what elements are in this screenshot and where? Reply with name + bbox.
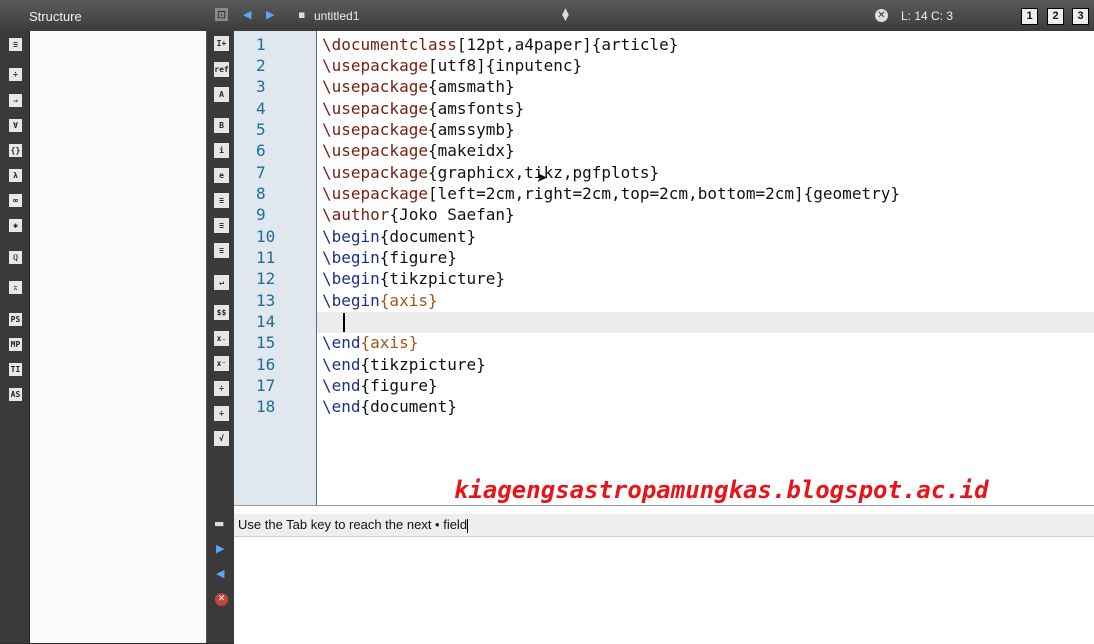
structure-list-icon[interactable]: ≡: [9, 38, 22, 51]
line-number: 10: [256, 227, 276, 246]
line-number: 2: [256, 56, 266, 75]
align-right-icon[interactable]: ≡: [214, 243, 229, 258]
code-line: \begin{axis}: [322, 291, 438, 310]
line-number: 9: [256, 205, 266, 224]
include-icon[interactable]: I+: [214, 36, 229, 51]
line-number: 5: [256, 120, 266, 139]
italic-icon[interactable]: i: [214, 143, 229, 158]
code-line: \end{tikzpicture}: [322, 355, 486, 374]
code-line: \documentclass[12pt,a4paper]{article}: [322, 35, 679, 54]
ref-icon[interactable]: ref: [214, 62, 229, 77]
code-line: \usepackage{amsfonts}: [322, 99, 525, 118]
code-line: \end{axis}: [322, 333, 419, 352]
asterisk-icon[interactable]: ✱: [9, 219, 22, 232]
next-arrow-icon[interactable]: ▶: [216, 542, 224, 556]
code-line: \usepackage{amsmath}: [322, 77, 515, 96]
structure-panel[interactable]: [30, 31, 207, 643]
code-line: \author{Joko Saefan}: [322, 205, 515, 224]
top-toolbar: Structure ⊡ ◀ ▶ ▪ untitled1 ▲ ▼ ✕ L: 14 C…: [0, 0, 1094, 32]
view-button-3[interactable]: 3: [1072, 8, 1089, 25]
close-document-icon[interactable]: ✕: [875, 9, 888, 22]
code-line: \usepackage{amssymb}: [322, 120, 515, 139]
misc-symbols-icon[interactable]: ∀: [9, 119, 22, 132]
code-line: \end{document}: [322, 397, 457, 416]
cursor-position: L: 14 C: 3: [901, 9, 954, 23]
math-sets-icon[interactable]: ℚ: [9, 251, 22, 264]
line-number: 12: [256, 269, 276, 288]
line-number: 13: [256, 291, 276, 310]
line-number: 8: [256, 184, 266, 203]
forward-arrow-icon[interactable]: ▶: [266, 8, 274, 22]
greek-letters-icon[interactable]: λ: [9, 169, 22, 182]
message-text: Use the Tab key to reach the next • fiel…: [238, 517, 469, 533]
back-arrow-icon[interactable]: ◀: [243, 8, 251, 22]
view-button-1[interactable]: 1: [1021, 8, 1038, 25]
mouse-pointer-icon: ➤: [536, 170, 548, 186]
display-math-icon[interactable]: $$: [214, 305, 229, 320]
toggle-panel-icon[interactable]: ⊡: [215, 8, 228, 21]
pstricks-icon[interactable]: PS: [9, 313, 22, 326]
line-number: 1: [256, 35, 266, 54]
terminal-icon[interactable]: ▬: [214, 517, 224, 531]
code-line: \end{figure}: [322, 376, 438, 395]
code-line: \begin{document}: [322, 227, 477, 246]
message-tool-strip: ▬ ▶ ◀ ✕: [207, 505, 234, 643]
asymptote-icon[interactable]: AS: [9, 388, 22, 401]
dfrac-icon[interactable]: ÷: [214, 406, 229, 421]
document-icon: ▪: [298, 8, 306, 21]
metapost-icon[interactable]: MP: [9, 338, 22, 351]
structure-panel-title: Structure: [29, 9, 82, 24]
emphasis-icon[interactable]: e: [214, 168, 229, 183]
infinity-icon[interactable]: ∞: [9, 194, 22, 207]
code-line: \usepackage[left=2cm,right=2cm,top=2cm,b…: [322, 184, 900, 203]
message-panel: Use the Tab key to reach the next • fiel…: [234, 505, 1094, 644]
line-number: 18: [256, 397, 276, 416]
line-number: 6: [256, 141, 266, 160]
view-button-2[interactable]: 2: [1047, 8, 1064, 25]
previous-arrow-icon[interactable]: ◀: [216, 567, 224, 581]
align-center-icon[interactable]: ≡: [214, 218, 229, 233]
delimiters-icon[interactable]: {}: [9, 144, 22, 157]
code-editor[interactable]: \documentclass[12pt,a4paper]{article} \u…: [317, 31, 1094, 505]
font-size-icon[interactable]: A: [214, 87, 229, 102]
bold-icon[interactable]: B: [214, 118, 229, 133]
line-number: 16: [256, 355, 276, 374]
code-line: \usepackage{makeidx}: [322, 141, 515, 160]
arrows-icon[interactable]: ⇒: [9, 94, 22, 107]
sqrt-icon[interactable]: √: [214, 431, 229, 446]
editor-tool-strip: I+ ref A B i e ≡ ≡ ≡ ↵ $$ x₋ x⁻ ÷ ÷ √: [207, 31, 234, 505]
subscript-icon[interactable]: x₋: [214, 331, 229, 346]
code-line: \usepackage{graphicx,tikz,pgfplots}: [322, 163, 660, 182]
code-line: \begin{figure}: [322, 248, 457, 267]
tikz-icon[interactable]: TI: [9, 363, 22, 376]
superscript-icon[interactable]: x⁻: [214, 356, 229, 371]
accent-icon[interactable]: ⌅: [9, 281, 22, 294]
fraction-icon[interactable]: ÷: [214, 381, 229, 396]
new-line-icon[interactable]: ↵: [214, 275, 229, 290]
line-number: 17: [256, 376, 276, 395]
stop-icon[interactable]: ✕: [215, 593, 228, 606]
line-number: 11: [256, 248, 276, 267]
left-tool-strip: ≡ ÷ ⇒ ∀ {} λ ∞ ✱ ℚ ⌅ PS MP TI AS: [0, 31, 30, 643]
line-number: 3: [256, 77, 266, 96]
line-number: 15: [256, 333, 276, 352]
line-number: 4: [256, 99, 266, 118]
current-line-highlight: [317, 312, 1094, 333]
code-line: \begin{tikzpicture}: [322, 269, 506, 288]
relation-icon[interactable]: ÷: [9, 68, 22, 81]
chevron-updown-icon[interactable]: ▲ ▼: [562, 8, 569, 23]
text-caret: [343, 313, 345, 332]
message-line: Use the Tab key to reach the next • fiel…: [234, 514, 1094, 537]
watermark: kiagengsastropamungkas.blogspot.ac.id: [454, 476, 989, 504]
line-number-gutter: 1 2 3 4 5 6 7 8 9 10 11 12 13 14 15 16 1…: [234, 31, 317, 505]
document-selector[interactable]: untitled1: [314, 9, 359, 23]
line-number: 14: [256, 312, 276, 331]
code-line: \usepackage[utf8]{inputenc}: [322, 56, 583, 75]
align-left-icon[interactable]: ≡: [214, 193, 229, 208]
line-number: 7: [256, 163, 266, 182]
